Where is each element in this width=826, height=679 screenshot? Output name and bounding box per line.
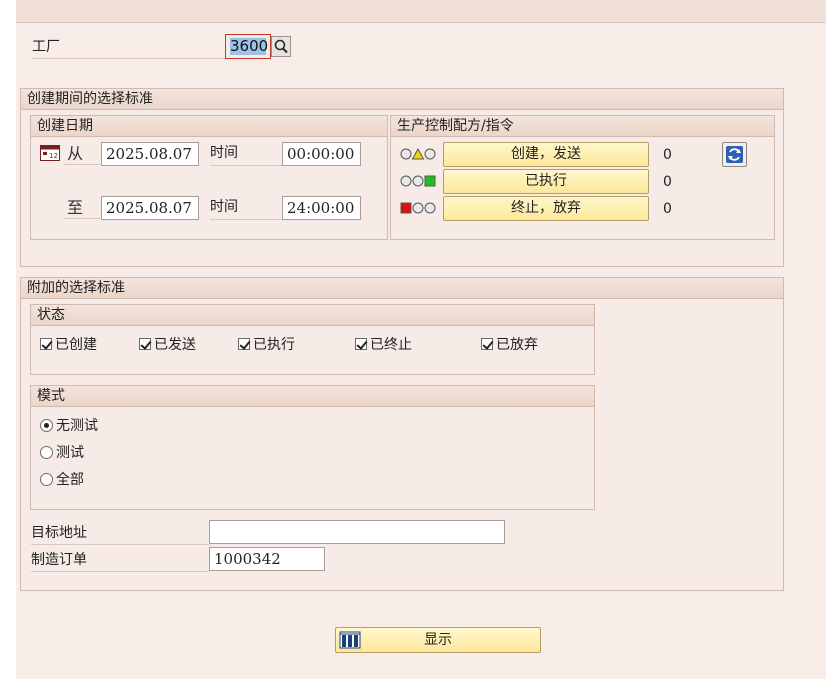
traffic-light-yellow-icon	[400, 147, 436, 161]
traffic-light-green-icon	[400, 174, 436, 188]
display-label: 显示	[424, 632, 452, 648]
status-created-checkbox[interactable]: 已创建	[40, 334, 97, 354]
plant-input[interactable]: 3600	[225, 34, 271, 59]
creation-period-title: 创建期间的选择标准	[21, 89, 783, 110]
mode-test-label: 测试	[56, 445, 84, 461]
target-address-label: 目标地址	[31, 522, 209, 545]
from-label: 从	[64, 142, 100, 165]
mode-all-radio[interactable]: 全部	[40, 469, 84, 489]
status-title: 状态	[31, 305, 594, 326]
target-address-input[interactable]	[209, 520, 505, 544]
production-control-title: 生产控制配方/指令	[391, 116, 774, 137]
plant-label: 工厂	[32, 36, 225, 59]
status-terminated-checkbox[interactable]: 已终止	[355, 334, 412, 354]
status-sent-checkbox[interactable]: 已发送	[139, 334, 196, 354]
checkbox-box	[139, 338, 151, 350]
additional-criteria-title: 附加的选择标准	[21, 278, 783, 299]
to-date-input[interactable]: 2025.08.07	[101, 196, 199, 220]
to-time-input[interactable]: 24:00:00	[282, 196, 361, 220]
status-abandoned-checkbox[interactable]: 已放弃	[481, 334, 538, 354]
display-icon	[339, 631, 361, 649]
toolbar-strip	[16, 0, 826, 23]
executed-count: 0	[663, 174, 672, 190]
plant-value: 3600	[230, 37, 269, 55]
status-abandoned-label: 已放弃	[496, 337, 538, 353]
status-created-label: 已创建	[55, 337, 97, 353]
status-executed-label: 已执行	[253, 337, 295, 353]
from-date-input[interactable]: 2025.08.07	[101, 142, 199, 166]
mode-all-label: 全部	[56, 472, 84, 488]
from-time-input[interactable]: 00:00:00	[282, 142, 361, 166]
checkbox-box	[481, 338, 493, 350]
terminated-abandoned-count: 0	[663, 201, 672, 217]
checkbox-box	[40, 338, 52, 350]
checkbox-box	[355, 338, 367, 350]
creation-date-group: 创建日期	[30, 115, 388, 240]
calendar-icon: 12	[40, 145, 60, 161]
status-executed-checkbox[interactable]: 已执行	[238, 334, 295, 354]
radio-button	[40, 445, 53, 459]
traffic-light-red-icon	[400, 201, 436, 215]
radio-button	[40, 418, 53, 432]
refresh-button[interactable]	[722, 142, 747, 167]
search-icon	[274, 39, 288, 54]
executed-button[interactable]: 已执行	[443, 169, 649, 194]
radio-button	[40, 472, 53, 486]
production-order-label: 制造订单	[31, 549, 209, 572]
search-help-button[interactable]	[271, 36, 291, 57]
status-terminated-label: 已终止	[370, 337, 412, 353]
mode-no-test-label: 无测试	[56, 418, 98, 434]
left-strip	[0, 0, 16, 679]
created-sent-count: 0	[663, 147, 672, 163]
terminated-abandoned-button[interactable]: 终止，放弃	[443, 196, 649, 221]
mode-title: 模式	[31, 386, 594, 407]
mode-no-test-radio[interactable]: 无测试	[40, 415, 98, 435]
mode-group: 模式	[30, 385, 595, 510]
production-order-input[interactable]: 1000342	[209, 547, 325, 571]
status-sent-label: 已发送	[154, 337, 196, 353]
created-sent-button[interactable]: 创建，发送	[443, 142, 649, 167]
mode-test-radio[interactable]: 测试	[40, 442, 84, 462]
to-time-label: 时间	[210, 196, 282, 220]
from-time-label: 时间	[210, 142, 282, 166]
to-label: 至	[64, 196, 100, 219]
creation-date-title: 创建日期	[31, 116, 387, 137]
checkbox-box	[238, 338, 250, 350]
display-button[interactable]: 显示	[335, 627, 541, 653]
svg-text:12: 12	[49, 152, 58, 160]
refresh-icon	[726, 146, 743, 163]
